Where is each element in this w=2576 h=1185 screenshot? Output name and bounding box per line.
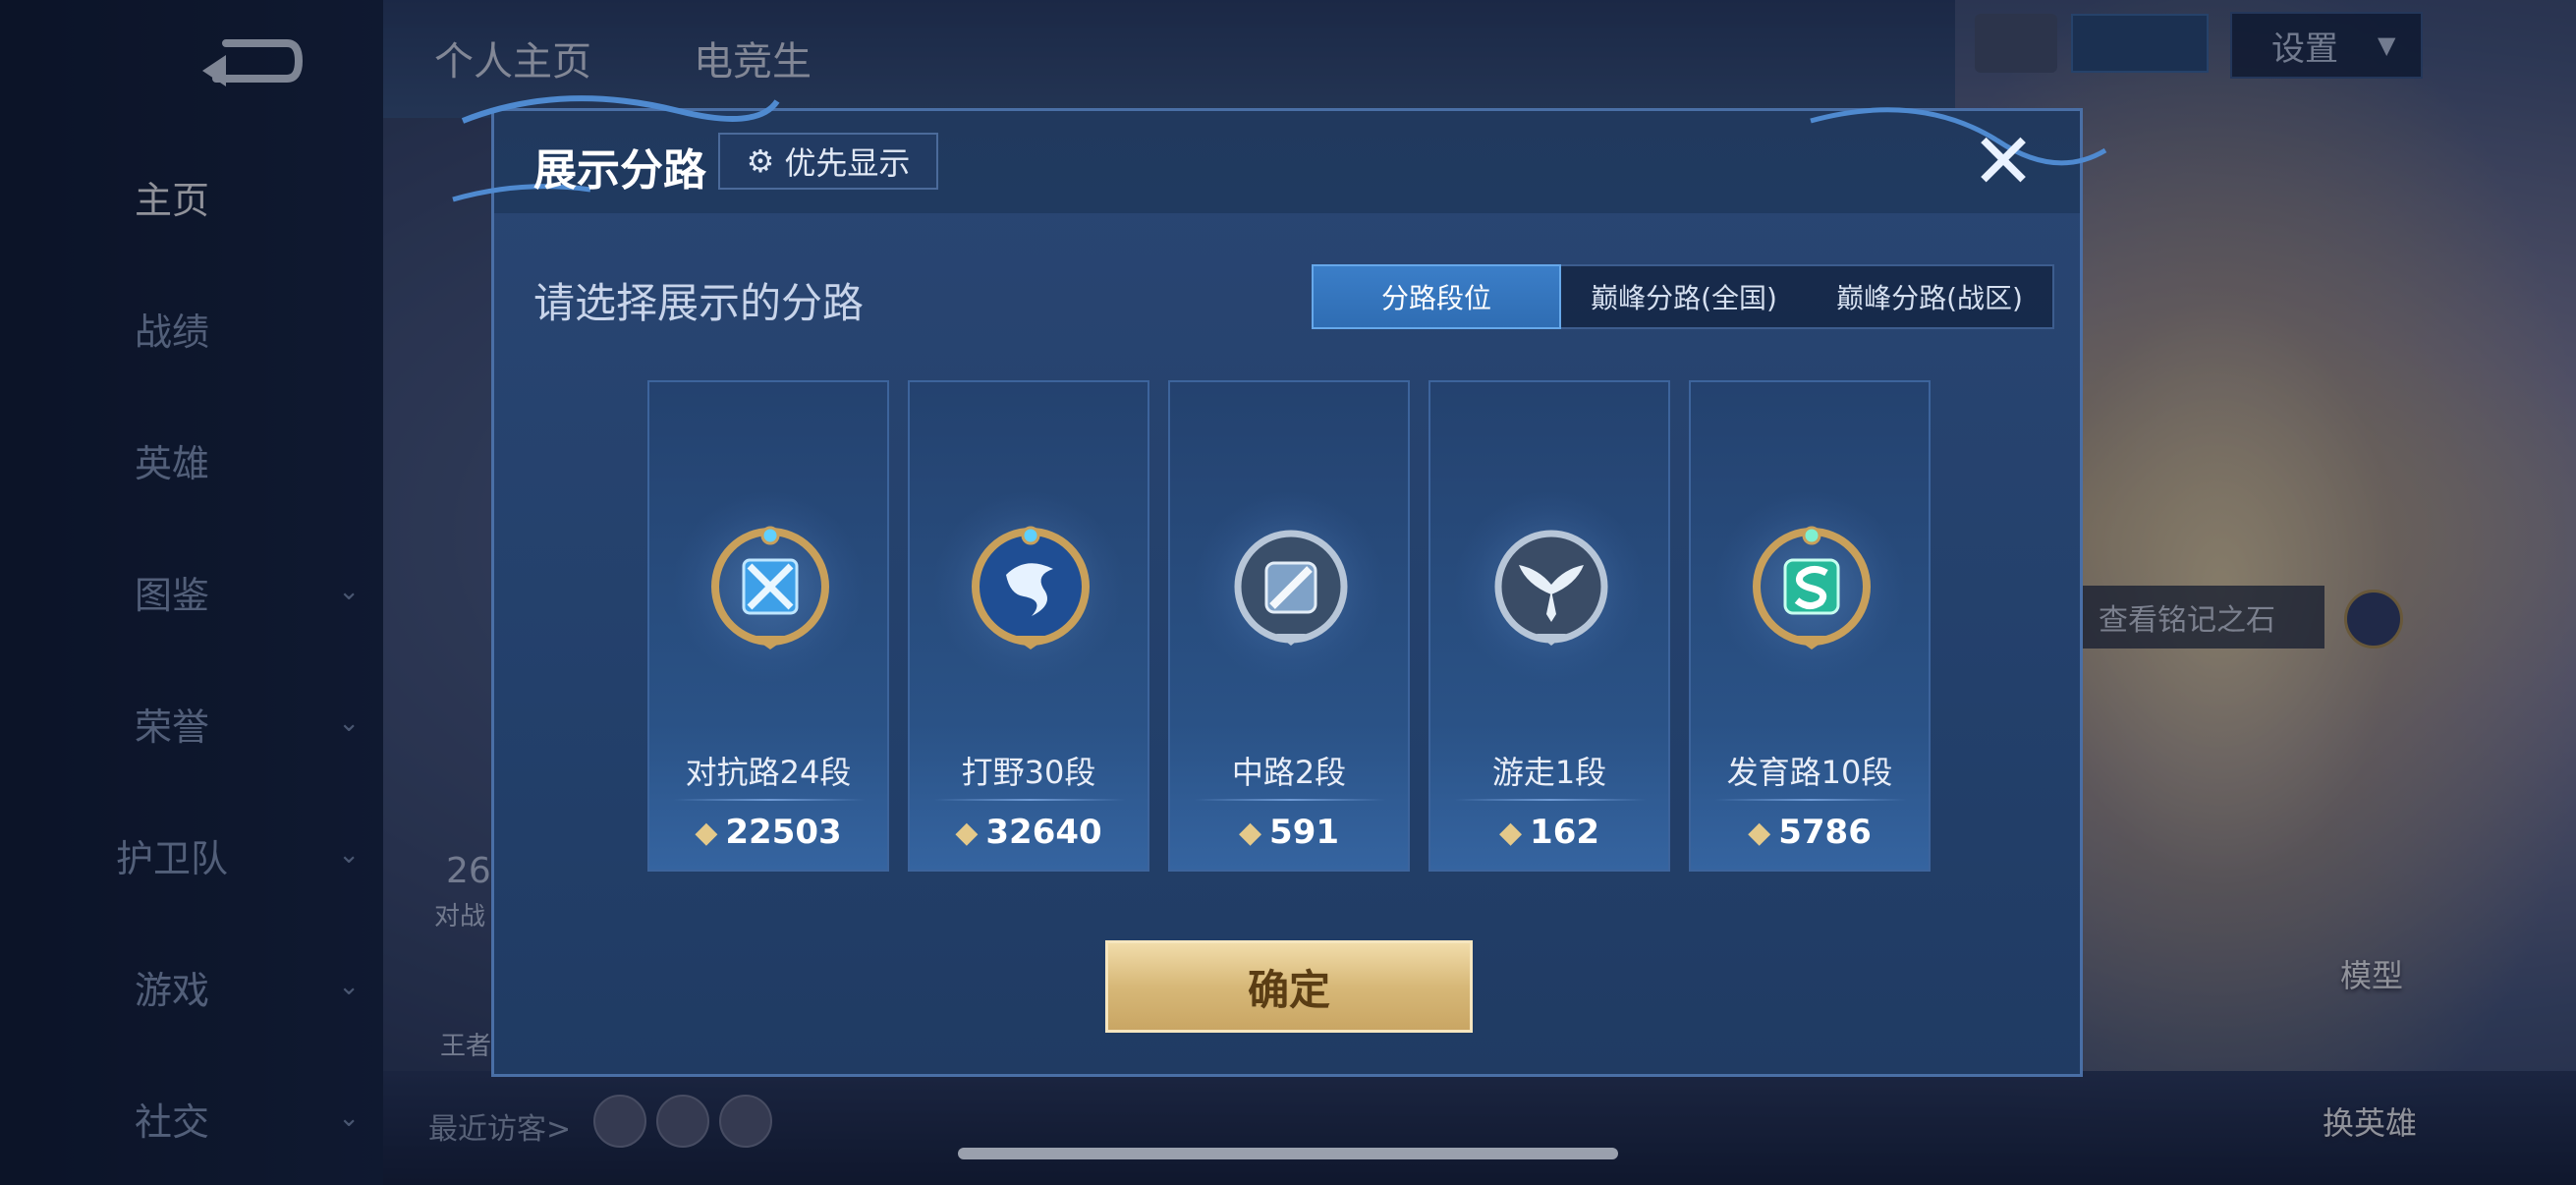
lane-rank: 游走1段 bbox=[1491, 754, 1607, 791]
lane-rank: 打野30段 bbox=[961, 754, 1096, 791]
lane-rank: 对抗路24段 bbox=[685, 754, 852, 791]
divider bbox=[933, 799, 1126, 801]
score-row: ◆ 22503 bbox=[649, 813, 887, 852]
score-emblem-icon: ◆ bbox=[1498, 815, 1523, 850]
lane-score: 162 bbox=[1530, 813, 1600, 852]
jungle-dragon-badge-icon bbox=[972, 526, 1090, 649]
decorative-swirl-icon bbox=[1810, 107, 2107, 166]
tab-peak-lane-national[interactable]: 巅峰分路(全国) bbox=[1561, 266, 1807, 327]
score-row: ◆ 162 bbox=[1430, 813, 1668, 852]
gear-icon: ⚙ bbox=[746, 142, 775, 180]
dialog-title: 展示分路 bbox=[533, 145, 706, 196]
priority-display-button[interactable]: ⚙ 优先显示 bbox=[718, 133, 938, 190]
lane-card-clash[interactable]: 对抗路24段 ◆ 22503 bbox=[647, 380, 889, 872]
lane-score: 591 bbox=[1269, 813, 1340, 852]
confirm-button[interactable]: 确定 bbox=[1105, 940, 1473, 1033]
lane-rank: 发育路10段 bbox=[1726, 754, 1893, 791]
lane-card-farm[interactable]: 发育路10段 ◆ 5786 bbox=[1689, 380, 1931, 872]
score-emblem-icon: ◆ bbox=[1238, 815, 1262, 850]
divider bbox=[1714, 799, 1907, 801]
roam-wings-badge-icon bbox=[1494, 530, 1608, 646]
lane-card-roam[interactable]: 游走1段 ◆ 162 bbox=[1428, 380, 1670, 872]
score-row: ◆ 5786 bbox=[1691, 813, 1929, 852]
close-button[interactable]: ✕ bbox=[1966, 118, 2041, 206]
mid-lane-badge-icon bbox=[1234, 530, 1348, 646]
tab-lane-rank[interactable]: 分路段位 bbox=[1312, 264, 1561, 329]
lane-score: 22503 bbox=[725, 813, 842, 852]
score-emblem-icon: ◆ bbox=[955, 815, 979, 850]
home-indicator[interactable] bbox=[958, 1148, 1618, 1159]
priority-display-label: 优先显示 bbox=[784, 144, 911, 182]
divider bbox=[1454, 799, 1647, 801]
lane-card-mid[interactable]: 中路2段 ◆ 591 bbox=[1168, 380, 1410, 872]
divider bbox=[673, 799, 866, 801]
confirm-label: 确定 bbox=[1247, 965, 1330, 1014]
lane-score: 32640 bbox=[985, 813, 1102, 852]
score-emblem-icon: ◆ bbox=[1748, 815, 1771, 850]
score-emblem-icon: ◆ bbox=[695, 815, 718, 850]
score-row: ◆ 591 bbox=[1170, 813, 1408, 852]
score-row: ◆ 32640 bbox=[910, 813, 1148, 852]
lane-rank: 中路2段 bbox=[1231, 754, 1347, 791]
select-lane-prompt: 请选择展示的分路 bbox=[533, 279, 865, 327]
divider bbox=[1194, 799, 1386, 801]
lane-display-dialog: 展示分路 ⚙ 优先显示 ✕ 请选择展示的分路 分路段位 巅峰分路(全国) 巅峰分… bbox=[452, 95, 2107, 1077]
close-icon: ✕ bbox=[1971, 118, 2036, 206]
lane-score: 5786 bbox=[1778, 813, 1872, 852]
farm-lane-badge-icon bbox=[1753, 526, 1871, 649]
lane-card-jungle[interactable]: 打野30段 ◆ 32640 bbox=[908, 380, 1149, 872]
clash-lane-badge-icon bbox=[711, 526, 829, 649]
lane-type-tabs: 分路段位 巅峰分路(全国) 巅峰分路(战区) bbox=[1312, 264, 2054, 329]
tab-peak-lane-region[interactable]: 巅峰分路(战区) bbox=[1807, 266, 2052, 327]
